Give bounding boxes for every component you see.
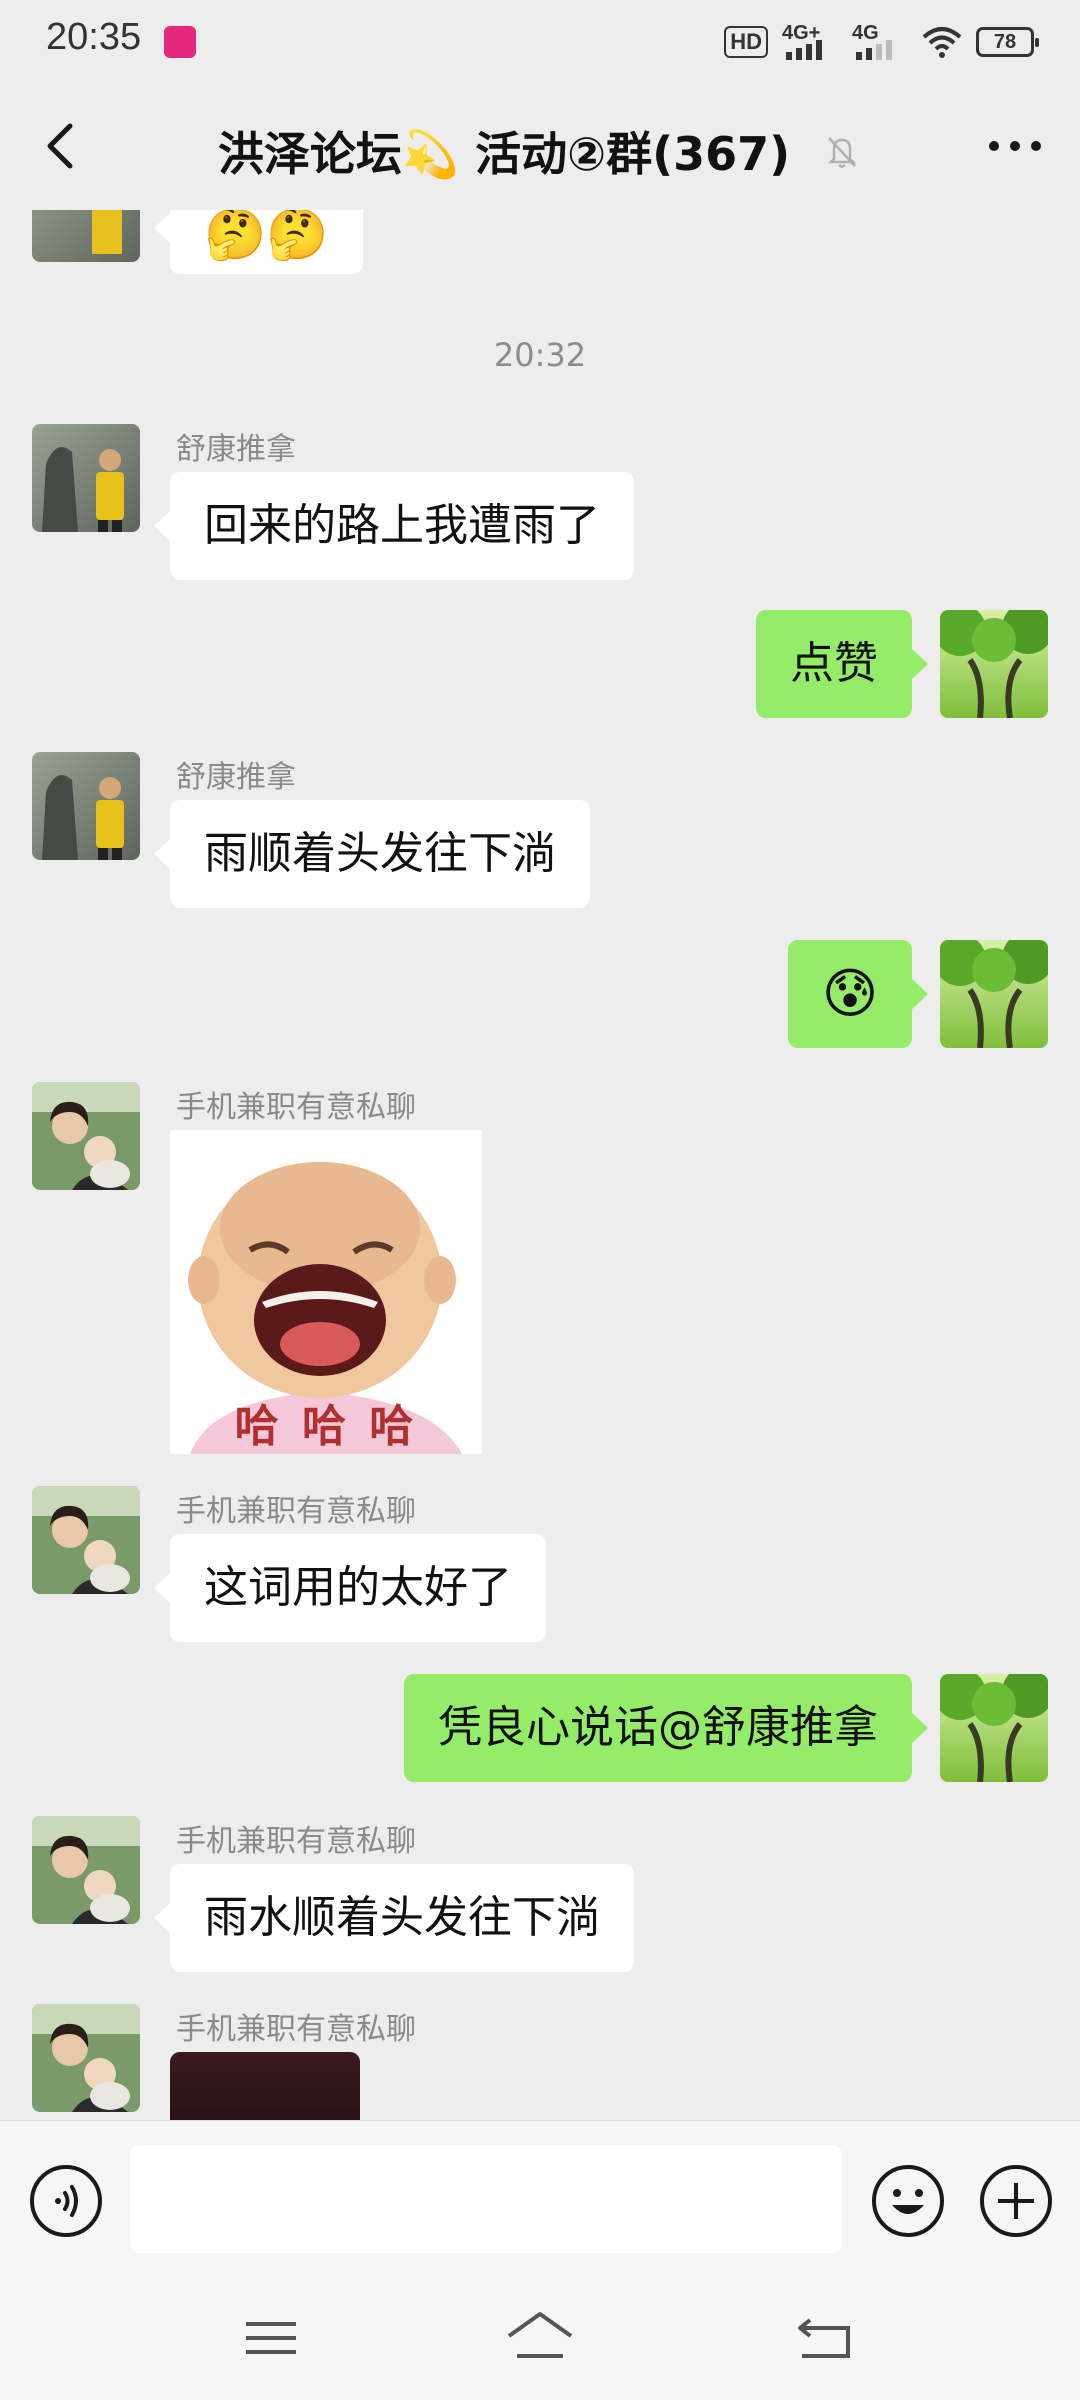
mute-bell-icon bbox=[828, 137, 857, 168]
message-row-incoming: 舒康推拿 回来的路上我遭雨了 bbox=[0, 424, 1080, 584]
sender-name: 手机兼职有意私聊 bbox=[176, 1494, 416, 1529]
system-navigation-bar bbox=[0, 2280, 1080, 2400]
sender-name: 舒康推拿 bbox=[176, 760, 296, 795]
input-bar bbox=[0, 2120, 1080, 2280]
app-notification-icon bbox=[164, 26, 196, 58]
sender-name: 手机兼职有意私聊 bbox=[176, 1090, 416, 1125]
image-message[interactable] bbox=[170, 2052, 360, 2120]
message-bubble[interactable]: 雨水顺着头发往下淌 bbox=[154, 1864, 634, 1972]
status-bar: 20:35 HD 4G+ 4G 78 bbox=[0, 0, 1080, 84]
message-bubble-emoji[interactable]: 😰 bbox=[788, 940, 928, 1048]
message-row-outgoing: 凭良心说话@舒康推拿 bbox=[0, 1674, 1080, 1794]
chat-title-container[interactable]: 洪泽论坛💫 活动②群(367) bbox=[0, 118, 1080, 184]
signal-4g-plus-icon: 4G+ bbox=[782, 22, 838, 62]
message-input[interactable] bbox=[130, 2145, 842, 2253]
message-bubble[interactable]: 凭良心说话@舒康推拿 bbox=[404, 1674, 928, 1782]
my-avatar[interactable] bbox=[940, 940, 1048, 1048]
hd-voice-icon: HD bbox=[724, 26, 768, 58]
sender-name: 手机兼职有意私聊 bbox=[176, 2012, 416, 2047]
more-icon[interactable] bbox=[980, 124, 1050, 168]
message-row-outgoing: 😰 bbox=[0, 940, 1080, 1060]
menu-icon[interactable] bbox=[236, 2306, 306, 2370]
my-avatar[interactable] bbox=[940, 1674, 1048, 1782]
home-icon[interactable] bbox=[505, 2306, 575, 2370]
chat-message-list[interactable]: 🤔🤔 20:32 舒康推拿 回来的路上我遭雨了 点赞 舒康推拿 雨顺着头发往下淌… bbox=[0, 210, 1080, 2120]
message-row-outgoing: 点赞 bbox=[0, 610, 1080, 730]
message-row-partial: 🤔🤔 bbox=[0, 210, 1080, 290]
emoji-icon[interactable] bbox=[870, 2163, 946, 2239]
battery-icon: 78 bbox=[976, 27, 1039, 57]
message-row-incoming: 手机兼职有意私聊 雨水顺着头发往下淌 bbox=[0, 1816, 1080, 1976]
voice-icon[interactable] bbox=[28, 2163, 104, 2239]
avatar[interactable] bbox=[32, 1082, 140, 1190]
chat-title: 洪泽论坛💫 活动②群(367) bbox=[217, 127, 791, 181]
avatar[interactable] bbox=[32, 752, 140, 860]
sticker-image[interactable]: 哈 哈 哈 bbox=[170, 1130, 482, 1454]
sender-name: 舒康推拿 bbox=[176, 432, 296, 467]
message-timestamp: 20:32 bbox=[493, 336, 587, 374]
message-bubble[interactable]: 雨顺着头发往下淌 bbox=[154, 800, 590, 908]
back-nav-icon[interactable] bbox=[790, 2306, 860, 2370]
plus-icon[interactable] bbox=[978, 2163, 1054, 2239]
avatar[interactable] bbox=[32, 1816, 140, 1924]
message-row-incoming: 手机兼职有意私聊 哈 哈 哈 bbox=[0, 1082, 1080, 1462]
avatar[interactable] bbox=[32, 1486, 140, 1594]
my-avatar[interactable] bbox=[940, 610, 1048, 718]
sweat-emoji-icon: 😰 bbox=[821, 962, 879, 1025]
message-bubble[interactable]: 点赞 bbox=[756, 610, 928, 718]
avatar[interactable] bbox=[32, 210, 140, 262]
message-bubble[interactable]: 回来的路上我遭雨了 bbox=[154, 472, 634, 580]
signal-4g-icon: 4G bbox=[852, 22, 908, 62]
sender-name: 手机兼职有意私聊 bbox=[176, 1824, 416, 1859]
avatar[interactable] bbox=[32, 2004, 140, 2112]
sticker-caption: 哈 哈 哈 bbox=[234, 1401, 418, 1452]
chat-header: 洪泽论坛💫 活动②群(367) bbox=[0, 84, 1080, 210]
status-indicators: HD 4G+ 4G 78 bbox=[724, 22, 1039, 62]
wifi-icon bbox=[922, 27, 962, 58]
status-time: 20:35 bbox=[46, 16, 142, 58]
avatar[interactable] bbox=[32, 424, 140, 532]
message-bubble-emoji[interactable]: 🤔🤔 bbox=[154, 210, 363, 274]
message-row-incoming: 手机兼职有意私聊 bbox=[0, 2004, 1080, 2120]
message-row-incoming: 手机兼职有意私聊 这词用的太好了 bbox=[0, 1486, 1080, 1646]
message-bubble[interactable]: 这词用的太好了 bbox=[154, 1534, 546, 1642]
message-row-incoming: 舒康推拿 雨顺着头发往下淌 bbox=[0, 752, 1080, 912]
